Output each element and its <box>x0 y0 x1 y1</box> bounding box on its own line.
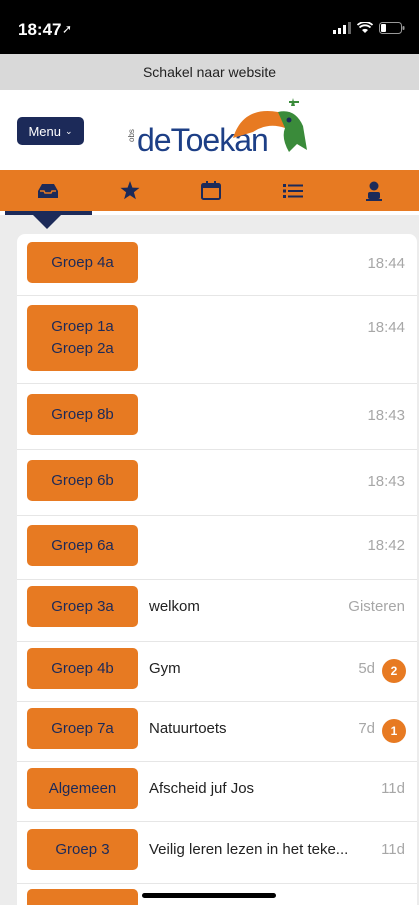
home-indicator[interactable] <box>142 893 276 898</box>
list-item[interactable]: Groep 4b Gym 5d 2 <box>17 642 417 702</box>
tab-bar <box>0 170 419 211</box>
list-item[interactable]: Groep 3 Veilig leren lezen in het teke..… <box>17 822 417 884</box>
group-button[interactable]: Groep 4b <box>27 648 138 689</box>
calendar-icon <box>201 181 221 200</box>
message-list: Groep 4a 18:44 Groep 1a Groep 2a 18:44 G… <box>17 234 417 905</box>
unread-count-badge: 1 <box>382 719 406 743</box>
inbox-icon <box>38 183 58 198</box>
star-icon <box>120 181 140 200</box>
chevron-down-icon: ⌄ <box>64 125 73 136</box>
list-item[interactable]: Groep 6a 18:42 <box>17 516 417 580</box>
status-icons <box>333 22 405 34</box>
group-button[interactable]: Groep 7a <box>27 708 138 749</box>
location-arrow-icon: ➚ <box>62 22 73 36</box>
group-button[interactable]: Groep 3a <box>27 586 138 627</box>
logo-prefix: obs <box>127 129 136 142</box>
tab-profile[interactable] <box>344 170 404 211</box>
menu-button[interactable]: Menu ⌄ <box>17 117 84 145</box>
group-label: Groep 3 <box>55 840 110 858</box>
app-header: Menu ⌄ obs deToekan <box>0 90 419 170</box>
message-time: 18:43 <box>367 473 405 490</box>
message-time: 18:43 <box>367 407 405 424</box>
message-time: 7d <box>358 720 375 737</box>
list-item[interactable]: Groep 6b 18:43 <box>17 450 417 516</box>
tab-inbox[interactable] <box>18 170 78 211</box>
message-subject: Natuurtoets <box>149 720 227 737</box>
list-icon <box>283 183 303 198</box>
group-label: Groep 2a <box>51 340 114 357</box>
school-logo: obs deToekan <box>127 98 312 164</box>
toucan-icon <box>233 98 307 152</box>
message-time: 11d <box>381 841 405 858</box>
unread-count-badge: 2 <box>382 659 406 683</box>
group-label: Groep 6b <box>51 471 114 489</box>
status-bar: 18:47 ➚ <box>0 0 419 54</box>
group-label: Algemeen <box>48 779 117 797</box>
wifi-icon <box>357 22 373 33</box>
group-label: Groep 8b <box>51 405 114 423</box>
person-icon <box>366 181 382 201</box>
group-button[interactable]: Groep 3 <box>27 829 138 870</box>
group-button[interactable]: Groep 6b <box>27 460 138 501</box>
group-label: Groep 1a <box>51 318 114 335</box>
list-item[interactable]: Groep 8b 18:43 <box>17 384 417 450</box>
active-tab-pointer <box>33 215 61 229</box>
signal-icon <box>333 22 351 34</box>
group-button-partial[interactable] <box>27 889 138 905</box>
message-time: 18:42 <box>367 537 405 554</box>
group-button[interactable]: Algemeen <box>27 768 138 809</box>
list-item[interactable]: Groep 7a Natuurtoets 7d 1 <box>17 702 417 762</box>
list-item[interactable]: Groep 4a 18:44 <box>17 234 417 296</box>
group-label: Groep 3a <box>51 597 114 615</box>
message-subject: Afscheid juf Jos <box>149 780 255 797</box>
list-item[interactable]: Groep 1a Groep 2a 18:44 <box>17 296 417 384</box>
group-button[interactable]: Groep 6a <box>27 525 138 566</box>
message-time: 18:44 <box>367 319 405 336</box>
message-time: 5d <box>358 660 375 677</box>
list-item[interactable]: Groep 3a welkom Gisteren <box>17 580 417 642</box>
message-time: 18:44 <box>367 255 405 272</box>
group-label: Groep 7a <box>51 719 114 737</box>
tab-list[interactable] <box>263 170 323 211</box>
group-label: Groep 6a <box>51 536 114 554</box>
battery-icon <box>379 22 405 34</box>
switch-to-website-link[interactable]: Schakel naar website <box>0 54 419 90</box>
message-time: Gisteren <box>348 598 405 615</box>
message-subject: Veilig leren lezen in het teke... <box>149 841 349 858</box>
group-button[interactable]: Groep 4a <box>27 242 138 283</box>
status-time: 18:47 <box>18 20 62 39</box>
group-button[interactable]: Groep 1a Groep 2a <box>27 305 138 371</box>
message-subject: Gym <box>149 660 181 677</box>
group-label: Groep 4b <box>51 659 114 677</box>
list-item[interactable]: Algemeen Afscheid juf Jos 11d <box>17 762 417 822</box>
message-subject: welkom <box>149 598 200 615</box>
tab-calendar[interactable] <box>181 170 241 211</box>
group-button[interactable]: Groep 8b <box>27 394 138 435</box>
menu-label: Menu <box>28 123 61 139</box>
message-time: 11d <box>381 780 405 797</box>
tab-favorites[interactable] <box>100 170 160 211</box>
group-label: Groep 4a <box>51 253 114 271</box>
